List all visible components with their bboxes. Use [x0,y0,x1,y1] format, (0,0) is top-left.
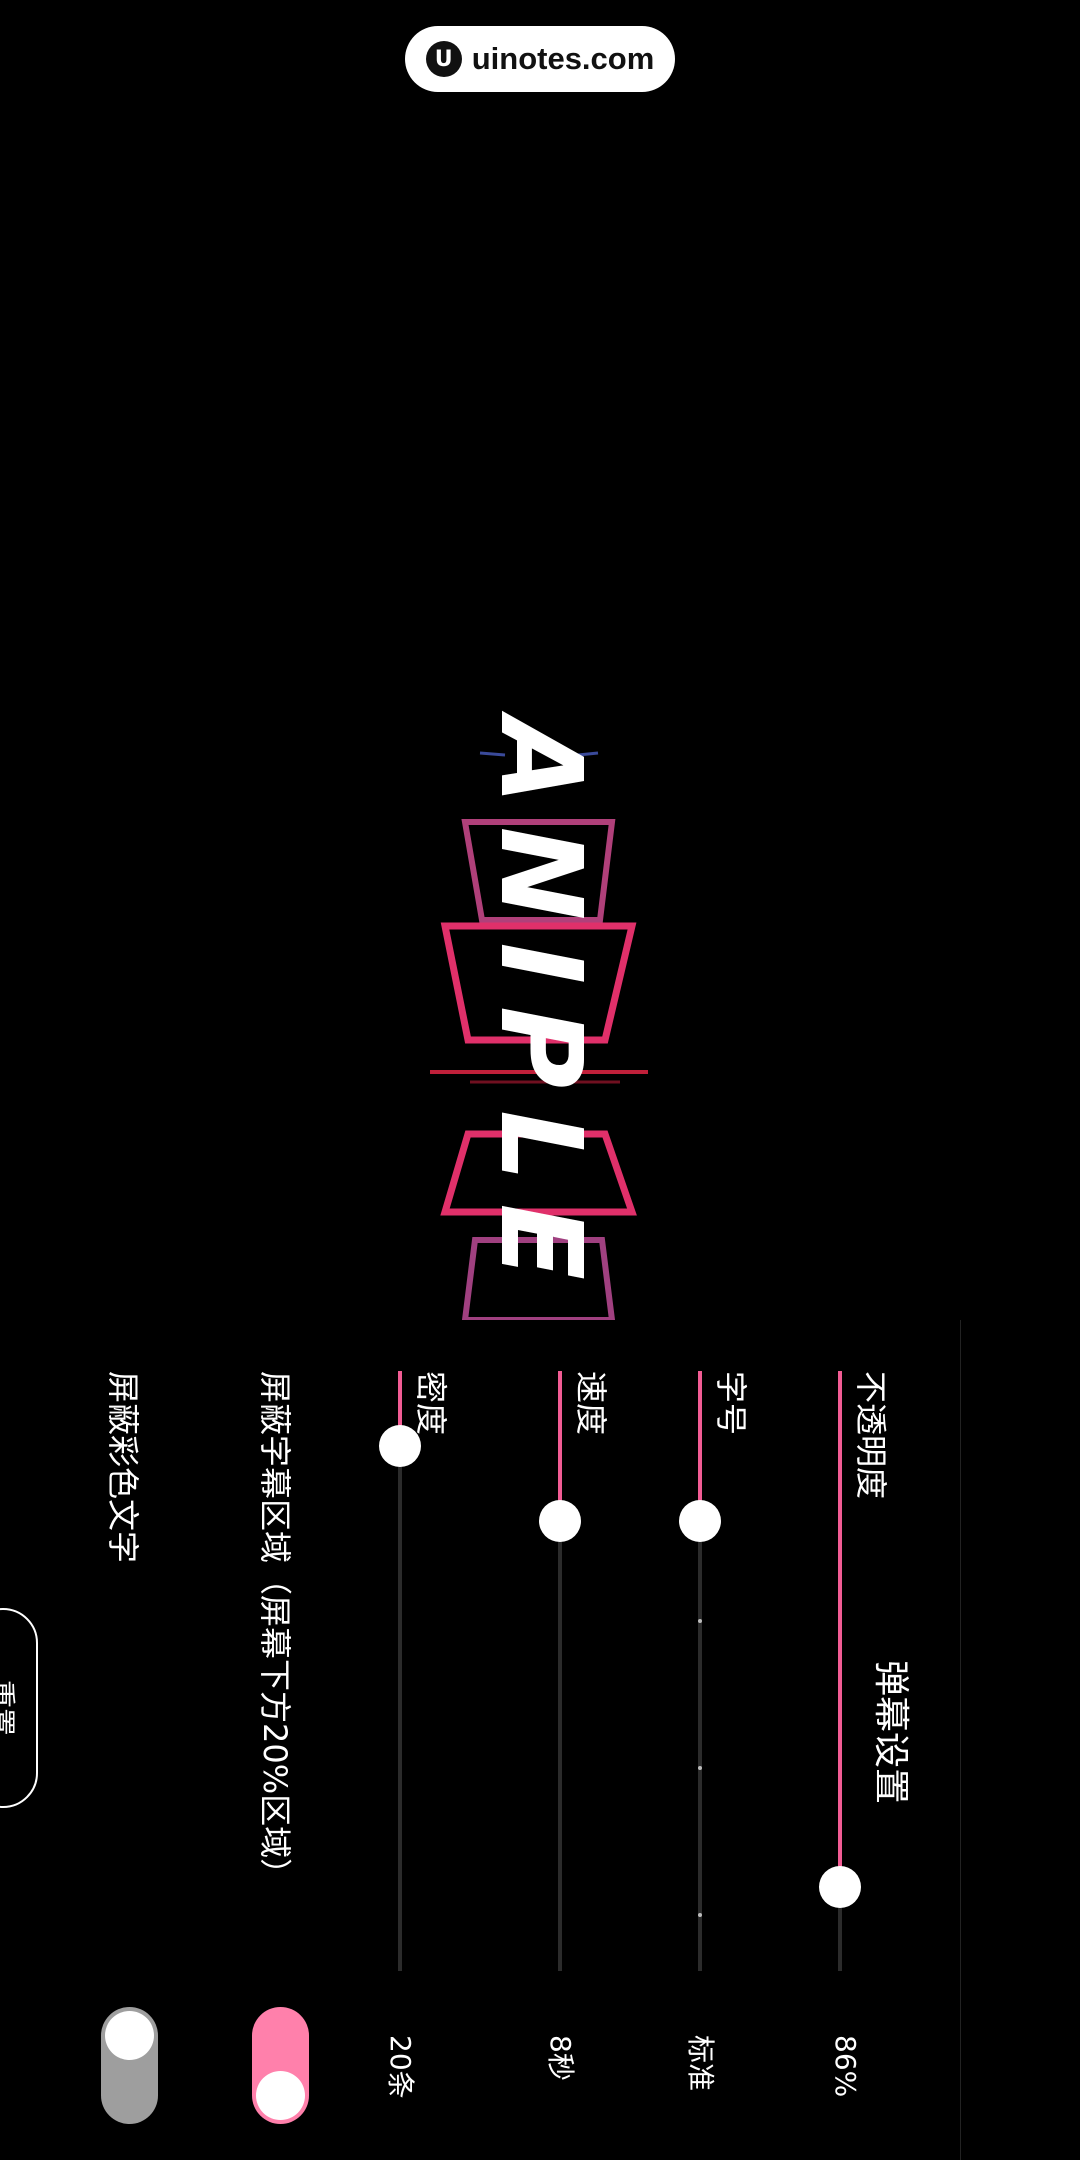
watermark-text: uinotes.com [471,41,655,76]
density-label: 密度 [412,1371,450,1436]
font-size-value: 标准 [684,2035,717,2092]
block-subtitle-area-toggle[interactable] [252,2007,309,2124]
panel-title: 弹幕设置 [870,1660,911,1805]
font-size-label: 字号 [712,1371,750,1436]
block-colored-text-label: 屏蔽彩色文字 [104,1371,142,1564]
video-logo-graphic: ANIPLE [430,710,648,1320]
video-player[interactable]: ANIPLE [0,0,1080,1320]
panel-divider [960,1320,961,2160]
speed-value: 8秒 [544,2035,577,2081]
speed-label: 速度 [572,1371,610,1436]
block-colored-text-toggle[interactable] [101,2007,158,2124]
video-logo-text: ANIPLE [475,710,605,1302]
opacity-label: 不透明度 [852,1371,890,1500]
reset-button[interactable]: 重置 [0,1608,38,1808]
density-value: 20条 [384,2035,417,2099]
opacity-value: 86% [829,2035,862,2098]
watermark-badge: U uinotes.com [405,26,675,92]
danmaku-settings-panel: 弹幕设置 不透明度 86% 字号 标准 速度 8秒 密度 20条 屏蔽字幕区域（… [0,1320,960,2160]
block-subtitle-area-label: 屏蔽字幕区域（屏幕下方20%区域） [256,1371,294,1891]
uinotes-logo-icon: U [425,41,462,77]
